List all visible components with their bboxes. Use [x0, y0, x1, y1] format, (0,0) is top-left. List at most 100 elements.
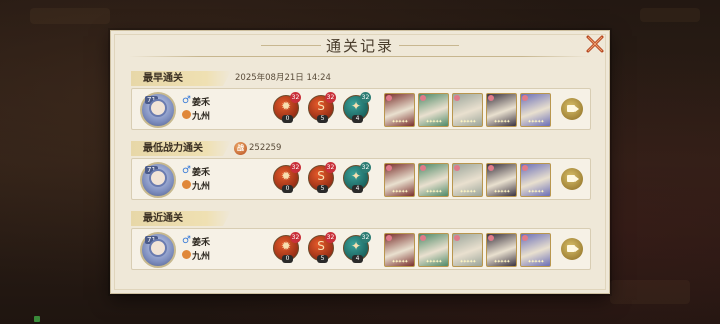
- player-level-badge: 71: [145, 236, 158, 244]
- star-rating: ✦✦✦✦✦: [527, 259, 545, 265]
- skill-icon[interactable]: ✹ 32 0: [273, 162, 301, 193]
- hero-card-blue-icon[interactable]: ✦✦✦✦✦: [520, 233, 551, 267]
- player-level-badge: 71: [145, 166, 158, 174]
- player-avatar[interactable]: 71: [140, 92, 176, 128]
- skill-icon[interactable]: ✹ 32 0: [273, 232, 301, 263]
- hero-card-dark-icon[interactable]: ✦✦✦✦✦: [486, 163, 517, 197]
- modal-title: 通关记录: [325, 37, 394, 55]
- skill-level-badge: 32: [360, 162, 371, 173]
- skill-level-badge: 32: [325, 232, 336, 243]
- record-row: 71 ♂ 姜禾 九州 ✹ 32 0 S 32 5 ✦ 32 4 ✦✦✦✦✦ ✦✦✦✦✦ ✦✦✦✦✦ ✦✦✦✦✦ ✦…: [131, 88, 591, 130]
- hero-card-dark-icon[interactable]: ✦✦✦✦✦: [486, 93, 517, 127]
- skill-icon[interactable]: ✦ 32 4: [343, 162, 371, 193]
- hero-card-red-icon[interactable]: ✦✦✦✦✦: [384, 163, 415, 197]
- record-row: 71 ♂ 姜禾 九州 ✹ 32 0 S 32 5 ✦ 32 4 ✦✦✦✦✦ ✦✦✦✦✦ ✦✦✦✦✦ ✦✦✦✦✦ ✦…: [131, 158, 591, 200]
- star-rating: ✦✦✦✦✦: [459, 259, 477, 265]
- skill-count: 4: [352, 185, 363, 193]
- record-row: 71 ♂ 姜禾 九州 ✹ 32 0 S 32 5 ✦ 32 4 ✦✦✦✦✦ ✦✦✦✦✦ ✦✦✦✦✦ ✦✦✦✦✦ ✦…: [131, 228, 591, 270]
- combat-power-icon: 战: [234, 142, 247, 155]
- skill-count: 0: [282, 255, 293, 263]
- skill-count: 4: [352, 115, 363, 123]
- skill-icon[interactable]: S 32 5: [308, 162, 336, 193]
- element-icon: [522, 95, 528, 101]
- skill-icon[interactable]: ✹ 32 0: [273, 92, 301, 123]
- hero-card-white-icon[interactable]: ✦✦✦✦✦: [452, 93, 483, 127]
- hero-card-white-icon[interactable]: ✦✦✦✦✦: [452, 163, 483, 197]
- star-rating: ✦✦✦✦✦: [425, 259, 443, 265]
- star-rating: ✦✦✦✦✦: [527, 119, 545, 125]
- section-label: 最近通关: [143, 213, 183, 224]
- skill-icon[interactable]: ✦ 32 4: [343, 232, 371, 263]
- hero-card-red-icon[interactable]: ✦✦✦✦✦: [384, 93, 415, 127]
- title-ornament-right: [399, 45, 459, 46]
- section-label: 最低战力通关: [143, 143, 203, 154]
- player-name: 姜禾: [192, 98, 211, 108]
- star-rating: ✦✦✦✦✦: [493, 189, 511, 195]
- star-rating: ✦✦✦✦✦: [391, 119, 409, 125]
- backdrop-header: [30, 8, 110, 24]
- hero-card-dark-icon[interactable]: ✦✦✦✦✦: [486, 233, 517, 267]
- element-icon: [454, 95, 460, 101]
- skill-level-badge: 32: [290, 92, 301, 103]
- player-level-badge: 71: [145, 96, 158, 104]
- hero-card-green-icon[interactable]: ✦✦✦✦✦: [418, 163, 449, 197]
- player-name: 姜禾: [192, 168, 211, 178]
- hero-card-green-icon[interactable]: ✦✦✦✦✦: [418, 93, 449, 127]
- replay-video-icon[interactable]: [561, 238, 583, 260]
- skill-icon[interactable]: ✦ 32 4: [343, 92, 371, 123]
- element-icon: [386, 95, 392, 101]
- skill-count: 5: [317, 255, 328, 263]
- skill-count: 4: [352, 255, 363, 263]
- hero-card-blue-icon[interactable]: ✦✦✦✦✦: [520, 163, 551, 197]
- hero-card-red-icon[interactable]: ✦✦✦✦✦: [384, 233, 415, 267]
- close-icon[interactable]: [585, 34, 605, 54]
- server-name: 九州: [192, 112, 211, 122]
- skill-icon[interactable]: S 32 5: [308, 92, 336, 123]
- skill-level-badge: 32: [360, 92, 371, 103]
- skill-level-badge: 32: [290, 232, 301, 243]
- server-icon: [182, 180, 191, 189]
- star-rating: ✦✦✦✦✦: [527, 189, 545, 195]
- player-avatar[interactable]: 71: [140, 162, 176, 198]
- star-rating: ✦✦✦✦✦: [391, 259, 409, 265]
- signal-indicator: [34, 316, 40, 322]
- element-icon: [488, 235, 494, 241]
- clear-record-modal: 通关记录 最早通关 2025年08月21日 14:24 71 ♂ 姜禾 九州 ✹ 32 0 S 32…: [110, 30, 610, 294]
- element-icon: [522, 235, 528, 241]
- skill-count: 0: [282, 185, 293, 193]
- element-icon: [488, 95, 494, 101]
- element-icon: [488, 165, 494, 171]
- title-divider: [129, 56, 591, 57]
- combat-power-value: 252259: [249, 143, 282, 153]
- male-gender-icon: ♂: [182, 95, 191, 106]
- element-icon: [522, 165, 528, 171]
- player-name: 姜禾: [192, 238, 211, 248]
- skill-level-badge: 32: [325, 162, 336, 173]
- title-ornament-left: [261, 45, 321, 46]
- server-name: 九州: [192, 252, 211, 262]
- skill-count: 0: [282, 115, 293, 123]
- star-rating: ✦✦✦✦✦: [493, 259, 511, 265]
- player-avatar[interactable]: 71: [140, 232, 176, 268]
- star-rating: ✦✦✦✦✦: [459, 189, 477, 195]
- star-rating: ✦✦✦✦✦: [391, 189, 409, 195]
- skill-level-badge: 32: [325, 92, 336, 103]
- star-rating: ✦✦✦✦✦: [425, 189, 443, 195]
- element-icon: [454, 165, 460, 171]
- hero-card-green-icon[interactable]: ✦✦✦✦✦: [418, 233, 449, 267]
- backdrop-topright: [640, 8, 700, 22]
- skill-count: 5: [317, 185, 328, 193]
- star-rating: ✦✦✦✦✦: [493, 119, 511, 125]
- hero-card-blue-icon[interactable]: ✦✦✦✦✦: [520, 93, 551, 127]
- skill-icon[interactable]: S 32 5: [308, 232, 336, 263]
- skill-count: 5: [317, 115, 328, 123]
- element-icon: [420, 165, 426, 171]
- skill-level-badge: 32: [360, 232, 371, 243]
- hero-card-white-icon[interactable]: ✦✦✦✦✦: [452, 233, 483, 267]
- skill-level-badge: 32: [290, 162, 301, 173]
- star-rating: ✦✦✦✦✦: [459, 119, 477, 125]
- replay-video-icon[interactable]: [561, 98, 583, 120]
- replay-video-icon[interactable]: [561, 168, 583, 190]
- male-gender-icon: ♂: [182, 235, 191, 246]
- section-label: 最早通关: [143, 73, 183, 84]
